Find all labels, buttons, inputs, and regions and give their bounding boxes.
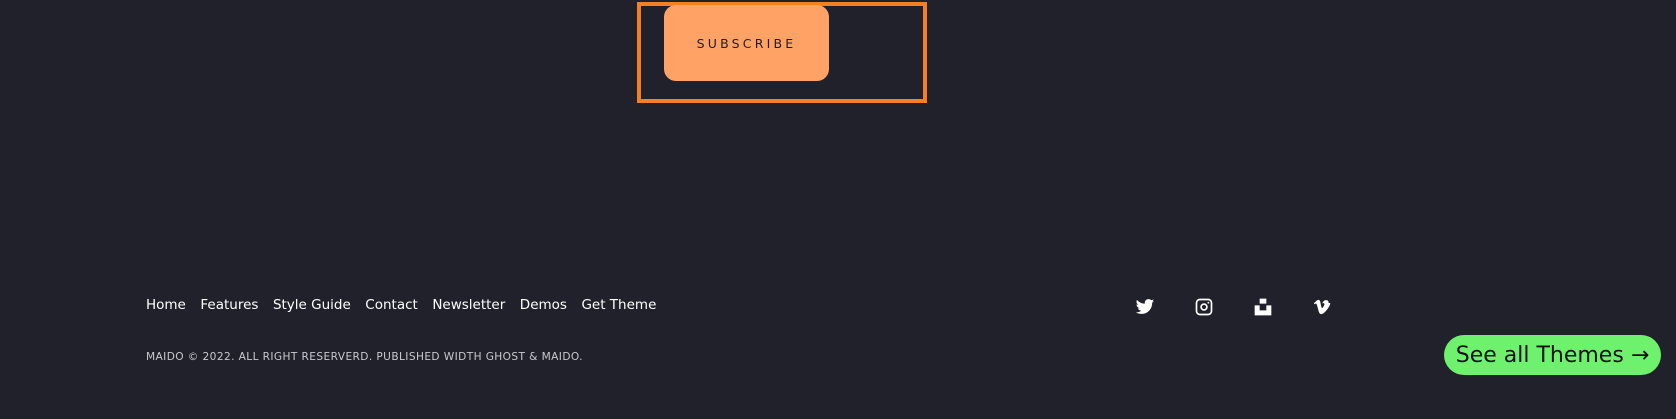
footer-link-home[interactable]: Home bbox=[146, 297, 186, 313]
footer-link-style-guide[interactable]: Style Guide bbox=[273, 297, 351, 313]
unsplash-icon[interactable] bbox=[1252, 296, 1274, 318]
see-all-themes-button[interactable]: See all Themes → bbox=[1444, 335, 1661, 375]
instagram-icon[interactable] bbox=[1193, 296, 1215, 318]
twitter-icon[interactable] bbox=[1134, 296, 1156, 318]
footer-nav: Home Features Style Guide Contact Newsle… bbox=[146, 297, 671, 313]
footer-link-get-theme[interactable]: Get Theme bbox=[581, 297, 656, 313]
footer-link-demos[interactable]: Demos bbox=[520, 297, 567, 313]
footer-link-contact[interactable]: Contact bbox=[365, 297, 418, 313]
footer-link-newsletter[interactable]: Newsletter bbox=[432, 297, 505, 313]
copyright-text: MAIDO © 2022. ALL RIGHT RESERVERD. PUBLI… bbox=[146, 351, 583, 363]
footer-link-features[interactable]: Features bbox=[200, 297, 258, 313]
subscribe-button[interactable]: SUBSCRIBE bbox=[664, 5, 829, 81]
vimeo-icon[interactable] bbox=[1311, 296, 1333, 318]
subscribe-button-label: SUBSCRIBE bbox=[696, 35, 797, 51]
social-links bbox=[1134, 296, 1370, 318]
arrow-right-icon: → bbox=[1630, 342, 1650, 368]
see-all-themes-label: See all Themes bbox=[1455, 342, 1624, 368]
